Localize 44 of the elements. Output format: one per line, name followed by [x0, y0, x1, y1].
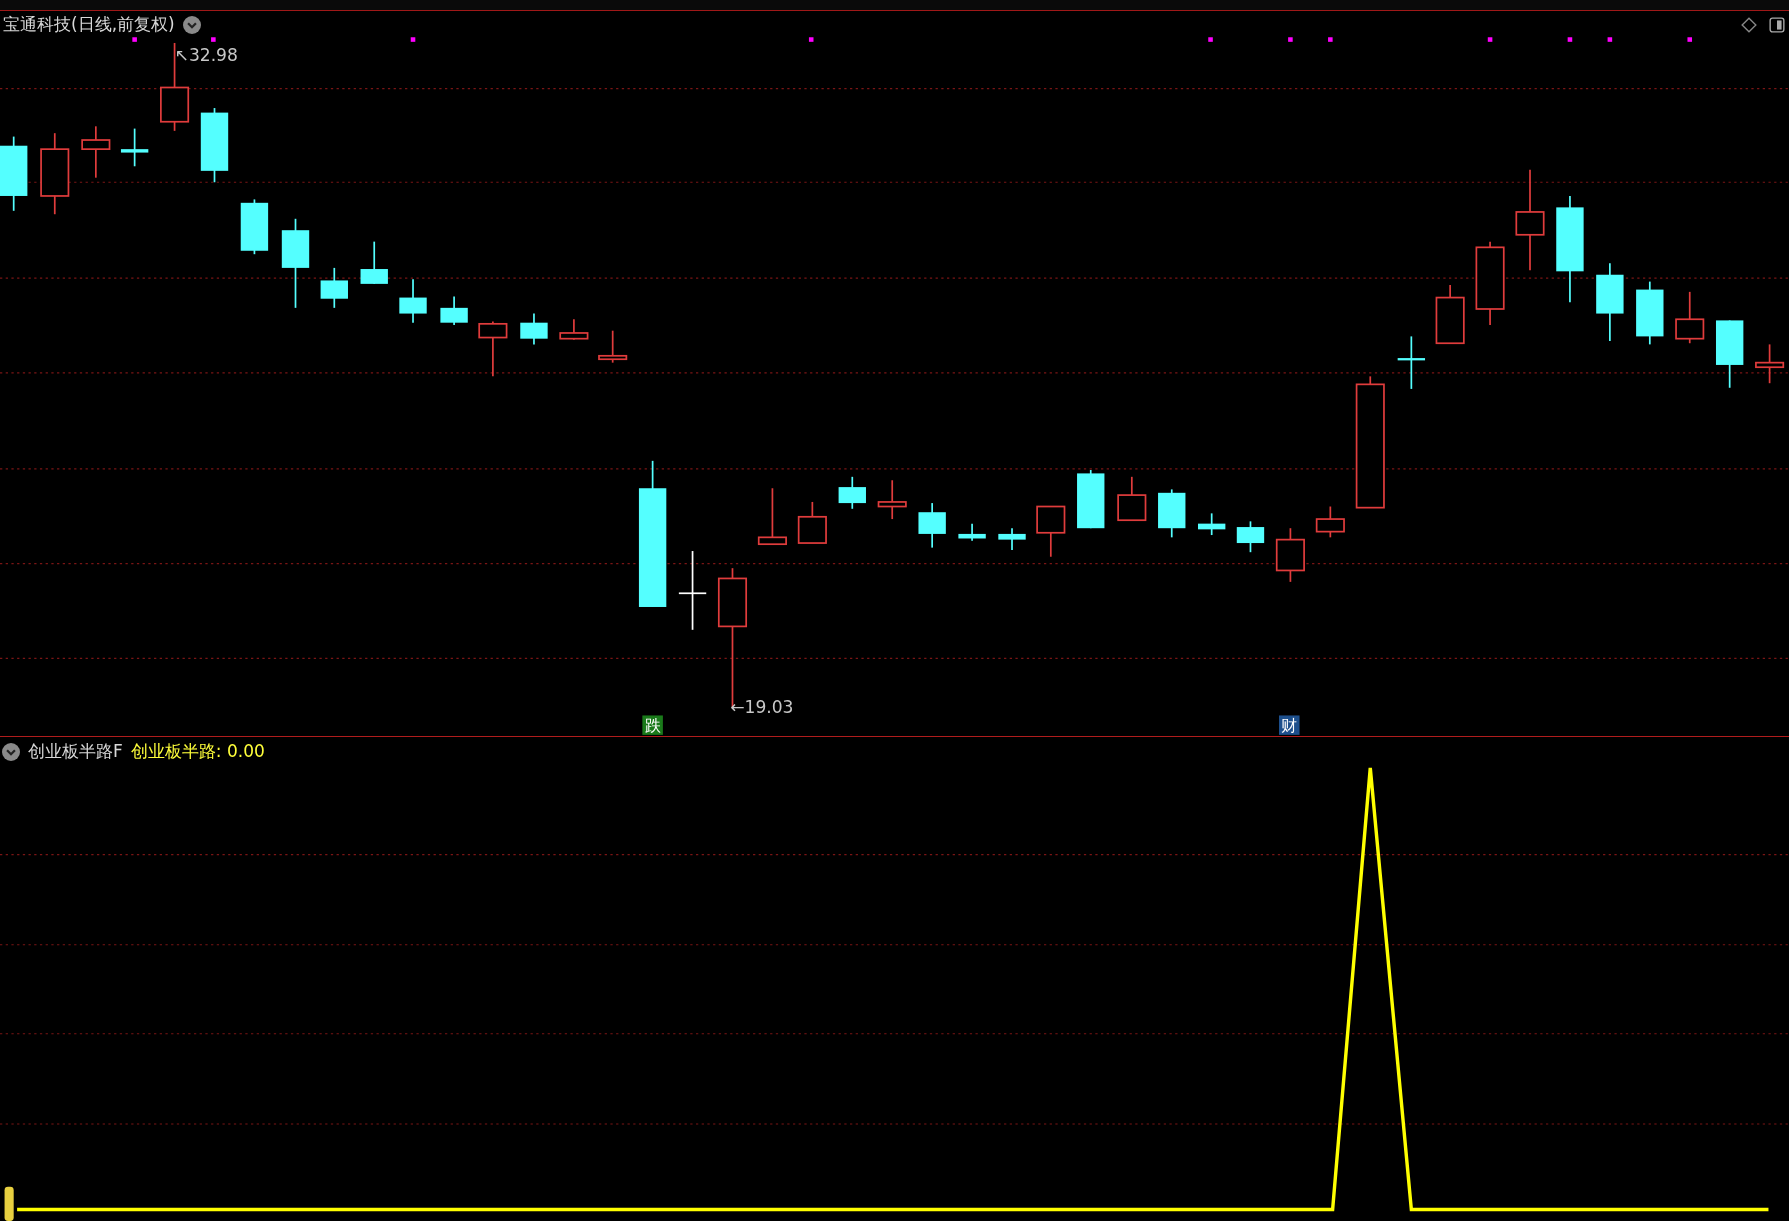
candlestick — [1675, 291, 1705, 345]
candlestick — [1077, 469, 1105, 530]
candlestick — [797, 501, 827, 544]
candlestick — [1158, 488, 1186, 539]
candlestick — [440, 295, 468, 326]
candlestick — [958, 522, 986, 542]
candlestick — [877, 479, 907, 520]
candlestick — [81, 125, 111, 179]
candlestick — [1117, 475, 1147, 522]
candlestick — [1397, 335, 1426, 390]
candlestick — [1036, 505, 1066, 558]
candlestick — [399, 278, 427, 324]
candlestick — [757, 487, 787, 546]
candlestick — [1315, 505, 1345, 539]
signal-badge: 财 — [1279, 715, 1300, 736]
indicator-value: 创业板半路: 0.00 — [130, 740, 265, 763]
candlestick — [240, 198, 269, 256]
candlestick — [559, 318, 589, 341]
signal-badge: 跌 — [642, 715, 663, 736]
indicator-name: 创业板半路F — [28, 740, 123, 763]
candlestick — [520, 312, 548, 346]
candlestick — [998, 527, 1026, 551]
diamond-icon[interactable] — [1741, 17, 1757, 33]
candlestick — [918, 502, 946, 549]
candlestick — [1716, 319, 1744, 389]
candlestick — [320, 267, 348, 309]
low-price-label: ←19.03 — [730, 697, 794, 718]
candlestick — [1198, 512, 1226, 536]
candlestick — [1435, 284, 1465, 345]
candlestick — [120, 127, 149, 168]
candlestick — [478, 320, 508, 378]
chevron-down-icon[interactable] — [2, 742, 20, 761]
chevron-down-icon[interactable] — [182, 15, 201, 34]
candlestick — [838, 475, 866, 510]
candlestick — [360, 240, 388, 285]
candlestick — [1275, 527, 1305, 583]
candlestick — [1755, 343, 1785, 385]
scroll-handle[interactable] — [4, 1186, 14, 1221]
chart-title: 宝通科技(日线,前复权) — [3, 13, 175, 36]
candlestick — [1236, 520, 1265, 554]
high-price-label: ↖32.98 — [174, 45, 238, 66]
panel-toggle-icon[interactable] — [1769, 17, 1785, 33]
candlestick — [598, 329, 628, 364]
candlestick — [1636, 280, 1664, 346]
